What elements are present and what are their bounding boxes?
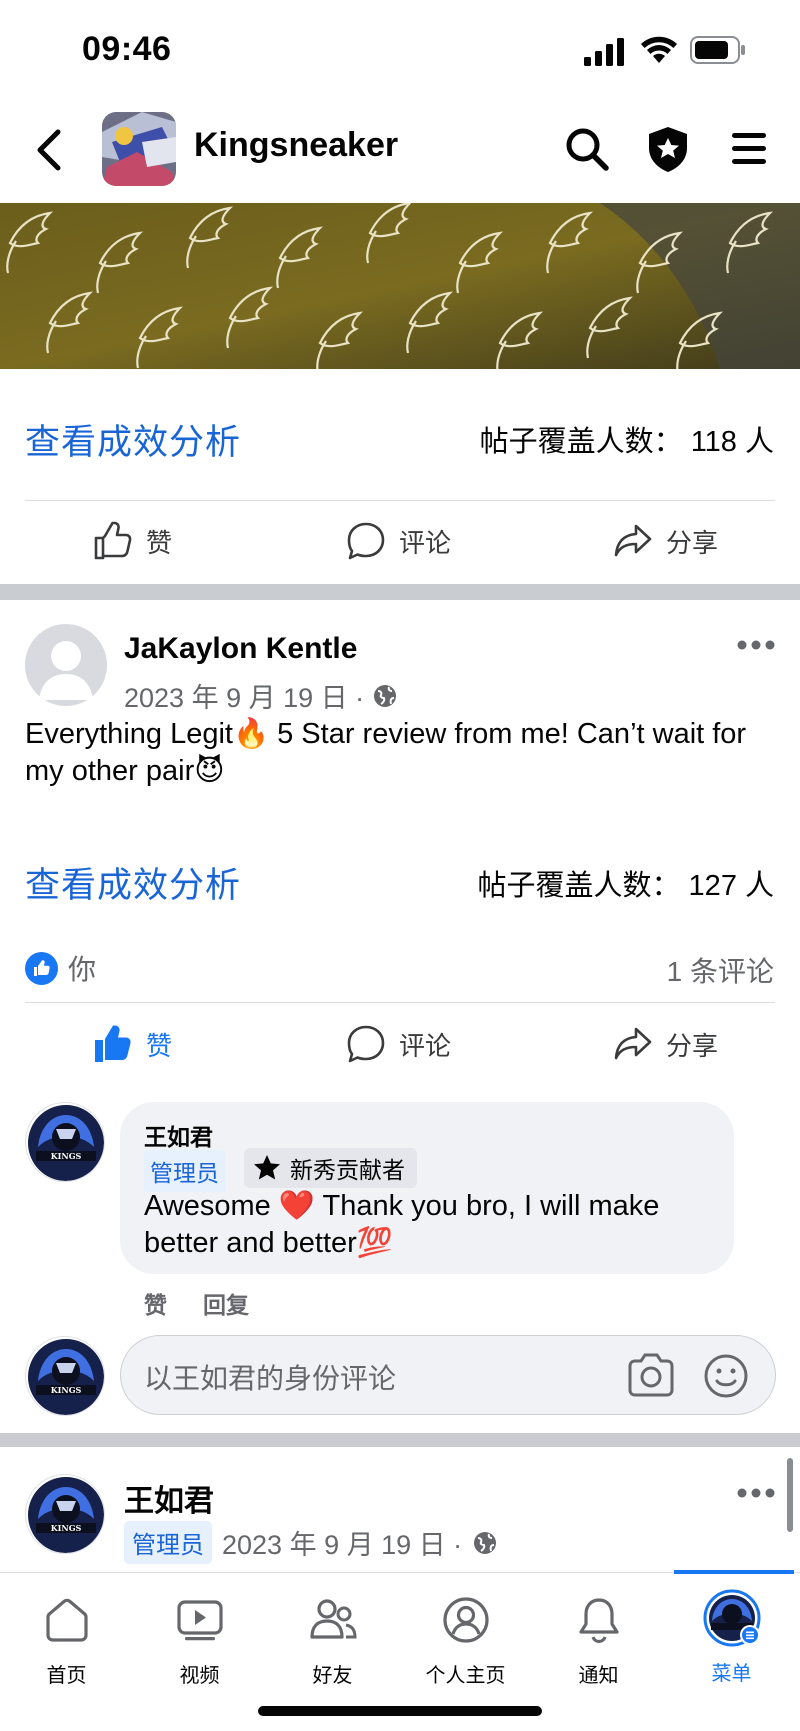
back-icon[interactable] (32, 128, 66, 172)
nav-label: 个人主页 (425, 1665, 506, 1687)
comment-label: 评论 (399, 1030, 452, 1061)
svg-text:KINGS: KINGS (51, 1385, 82, 1395)
nav-video[interactable]: 视频 (133, 1573, 266, 1688)
admin-tag: 管理员 (124, 1521, 212, 1564)
kingsneaker-logo-image: KINGS (28, 1339, 104, 1415)
comment-like-button[interactable]: 赞 (144, 1286, 167, 1320)
shield-star-icon[interactable] (643, 124, 693, 174)
avatar[interactable] (25, 624, 107, 706)
friends-icon (309, 1599, 357, 1639)
comment-text: Awesome ❤️ Thank you bro, I will make be… (144, 1190, 660, 1259)
nav-active-indicator (674, 1570, 794, 1574)
emoji-icon[interactable] (702, 1352, 750, 1400)
globe-icon (374, 684, 397, 707)
comment-author[interactable]: 王如君 (144, 1118, 213, 1152)
contributor-badge[interactable]: 新秀贡献者 (244, 1148, 417, 1188)
cover-pattern (0, 203, 800, 369)
post-meta: 2023 年 9 月 19 日 · (124, 676, 398, 715)
svg-text:KINGS: KINGS (51, 1151, 82, 1161)
menu-avatar-icon (703, 1589, 760, 1647)
nav-friends[interactable]: 好友 (266, 1573, 399, 1688)
author-avatar[interactable]: KINGS (25, 1474, 105, 1554)
post-reach-text: 帖子覆盖人数： 127 人 (477, 870, 775, 902)
divider (25, 500, 775, 501)
kingsneaker-logo-image: KINGS (28, 1105, 104, 1181)
nav-profile[interactable]: 个人主页 (399, 1573, 532, 1688)
comment-label: 评论 (399, 527, 452, 558)
admin-tag: 管理员 (144, 1150, 225, 1192)
thumbs-up-icon (94, 521, 132, 560)
svg-text:KINGS: KINGS (51, 1523, 82, 1533)
camera-icon[interactable] (626, 1352, 676, 1398)
wifi-icon (641, 36, 677, 63)
profile-icon (442, 1597, 489, 1643)
share-button[interactable]: 分享 (612, 1023, 718, 1065)
comment-actions: 赞 回复 (144, 1286, 249, 1320)
current-user-avatar[interactable]: KINGS (25, 1336, 105, 1416)
like-label: 赞 (146, 527, 173, 558)
share-icon (614, 1027, 652, 1060)
view-insights-link[interactable]: 查看成效分析 (25, 857, 241, 908)
status-time: 09:46 (82, 30, 172, 68)
post-author[interactable]: 王如君 (124, 1476, 214, 1520)
more-options-icon[interactable] (736, 1486, 776, 1500)
more-options-icon[interactable] (736, 638, 776, 652)
comment-reply-button[interactable]: 回复 (203, 1286, 249, 1320)
nav-label: 菜单 (711, 1663, 752, 1685)
comment-count[interactable]: 1 条评论 (667, 950, 774, 990)
video-icon (176, 1600, 223, 1641)
bell-icon (578, 1598, 619, 1644)
kingsneaker-logo-image: KINGS (28, 1477, 104, 1553)
scrollbar[interactable] (787, 1458, 793, 1532)
star-icon (254, 1155, 280, 1180)
post-date[interactable]: 2023 年 9 月 19 日 · (124, 676, 364, 715)
nav-label: 首页 (46, 1665, 87, 1687)
post-meta: 管理员 2023 年 9 月 19 日 · (124, 1521, 498, 1564)
comment-button[interactable]: 评论 (345, 520, 451, 562)
post-date[interactable]: 2023 年 9 月 19 日 · (222, 1523, 462, 1562)
post-author[interactable]: JaKaylon Kentle (124, 632, 357, 666)
share-icon (614, 524, 652, 557)
post-separator (0, 1433, 800, 1447)
like-reaction-icon (25, 951, 58, 985)
nav-label: 好友 (312, 1665, 353, 1687)
badge-label: 新秀贡献者 (290, 1157, 405, 1183)
signal-icon (584, 38, 624, 66)
comment-button[interactable]: 评论 (345, 1023, 451, 1065)
like-label: 赞 (146, 1030, 173, 1061)
group-avatar[interactable] (102, 112, 176, 186)
default-avatar-icon (39, 641, 93, 700)
share-button[interactable]: 分享 (612, 520, 718, 562)
battery-icon (690, 36, 745, 64)
menu-icon[interactable] (726, 124, 776, 174)
group-title[interactable]: Kingsneaker (194, 126, 398, 165)
thumbs-up-filled-icon (95, 1025, 131, 1062)
home-icon (45, 1598, 88, 1642)
nav-home[interactable]: 首页 (0, 1573, 133, 1688)
post-reach-text: 帖子覆盖人数： 118 人 (479, 426, 774, 458)
nav-label: 通知 (578, 1665, 619, 1687)
comment-icon (347, 1025, 385, 1063)
group-logo-image (102, 112, 176, 186)
comment-icon (347, 522, 385, 560)
search-icon[interactable] (562, 124, 612, 174)
view-insights-link[interactable]: 查看成效分析 (25, 414, 241, 465)
commenter-avatar[interactable]: KINGS (25, 1102, 105, 1182)
comment-input-placeholder: 以王如君的身份评论 (144, 1363, 397, 1394)
nav-notifications[interactable]: 通知 (532, 1573, 665, 1688)
cover-photo (0, 203, 800, 369)
divider (25, 1002, 775, 1003)
post-text: Everything Legit🔥 5 Star review from me!… (25, 718, 747, 787)
share-label: 分享 (666, 527, 719, 558)
post-separator (0, 584, 800, 600)
reaction-names: 你 (68, 954, 97, 985)
like-button[interactable]: 赞 (92, 520, 172, 562)
nav-label: 视频 (179, 1665, 220, 1687)
home-indicator[interactable] (258, 1706, 542, 1716)
like-button[interactable]: 赞 (92, 1023, 172, 1065)
reaction-summary[interactable]: 你 (25, 948, 96, 988)
nav-menu[interactable]: 菜单 (665, 1573, 798, 1686)
share-label: 分享 (666, 1030, 719, 1061)
globe-icon (474, 1531, 497, 1554)
